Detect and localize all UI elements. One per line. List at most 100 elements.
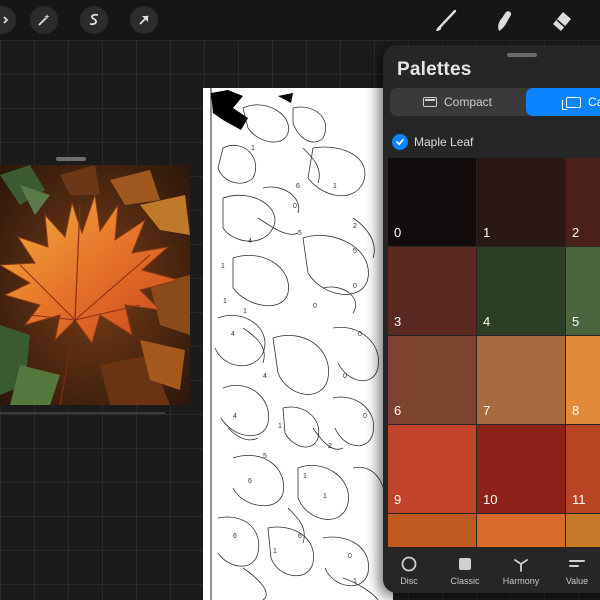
color-mode-tabs: Disc Classic Harmony Value bbox=[383, 547, 600, 593]
color-swatch[interactable]: 9 bbox=[388, 425, 476, 513]
swatch-number: 0 bbox=[394, 225, 402, 240]
classic-icon bbox=[459, 558, 471, 570]
eraser-button[interactable] bbox=[546, 4, 578, 36]
color-swatch[interactable]: 7 bbox=[477, 336, 565, 424]
swatch-number: 5 bbox=[572, 314, 580, 329]
region-number: 6 bbox=[296, 183, 300, 190]
top-toolbar bbox=[0, 0, 600, 40]
palettes-popover: Palettes Compact Ca Maple Leaf 0 1 2 3 4 5 6 7 8… bbox=[383, 45, 600, 593]
color-swatch[interactable]: 0 bbox=[388, 158, 476, 246]
tab-compact[interactable]: Compact bbox=[390, 88, 525, 116]
line-art-canvas[interactable]: 1 6 5 0 4 2 5 1 0 4 1 4 1 0 1 0 6 1 6 0 bbox=[203, 88, 393, 600]
region-number: 6 bbox=[233, 533, 237, 540]
region-number: 0 bbox=[358, 331, 362, 338]
tab-classic[interactable]: Classic bbox=[440, 555, 490, 586]
swatch-number: 9 bbox=[394, 492, 402, 507]
color-swatch[interactable]: 1 bbox=[477, 158, 565, 246]
color-swatch[interactable]: 11 bbox=[566, 425, 600, 513]
tab-disc-label: Disc bbox=[400, 576, 418, 586]
palette-header[interactable]: Maple Leaf bbox=[392, 134, 473, 150]
region-number: 4 bbox=[248, 238, 252, 245]
color-swatch[interactable]: 8 bbox=[566, 336, 600, 424]
tab-harmony[interactable]: Harmony bbox=[496, 555, 546, 586]
region-number: 2 bbox=[353, 223, 357, 230]
eraser-icon bbox=[553, 12, 571, 31]
swatch-number: 1 bbox=[483, 225, 491, 240]
adjustments-icon bbox=[3, 16, 9, 24]
swatch-number: 6 bbox=[394, 403, 402, 418]
region-number: 1 bbox=[221, 263, 225, 270]
swatch-number: 11 bbox=[572, 492, 586, 507]
value-icon bbox=[569, 560, 585, 567]
checkmark-icon bbox=[396, 139, 404, 146]
swatch-number: 10 bbox=[483, 492, 498, 507]
paint-by-number-lineart: 1 6 5 0 4 2 5 1 0 4 1 4 1 0 1 0 6 1 6 0 bbox=[203, 88, 386, 600]
default-palette-checkmark[interactable] bbox=[392, 134, 408, 150]
region-number: 5 bbox=[353, 248, 357, 255]
disc-icon bbox=[401, 556, 417, 572]
region-number: 0 bbox=[353, 283, 357, 290]
swatch-number: 3 bbox=[394, 314, 402, 329]
region-number: 4 bbox=[263, 373, 267, 380]
region-number: 1 bbox=[273, 548, 277, 555]
palettes-title: Palettes bbox=[397, 59, 472, 80]
reference-panel-handle[interactable] bbox=[56, 157, 86, 161]
color-swatch[interactable]: 2 bbox=[566, 158, 600, 246]
adjustments-button[interactable] bbox=[0, 6, 16, 34]
harmony-icon bbox=[514, 559, 528, 572]
palettes-handle[interactable] bbox=[507, 53, 537, 57]
procreate-screen: 1 6 5 0 4 2 5 1 0 4 1 4 1 0 1 0 6 1 6 0 bbox=[0, 0, 600, 600]
region-number: 0 bbox=[293, 203, 297, 210]
tab-compact-label: Compact bbox=[443, 95, 493, 109]
compact-icon bbox=[422, 97, 437, 107]
swatch-grid: 0 1 2 3 4 5 6 7 8 9 10 11 bbox=[388, 158, 600, 593]
region-number: 1 bbox=[278, 423, 282, 430]
region-number: 5 bbox=[263, 453, 267, 460]
region-number: 1 bbox=[243, 308, 247, 315]
region-number: 0 bbox=[343, 373, 347, 380]
region-number: 2 bbox=[328, 443, 332, 450]
tab-classic-label: Classic bbox=[450, 576, 480, 586]
tab-value[interactable]: Value bbox=[552, 555, 600, 586]
region-number: 0 bbox=[313, 303, 317, 310]
transform-arrow-icon bbox=[139, 15, 149, 25]
region-number: 6 bbox=[298, 533, 302, 540]
region-number: 0 bbox=[363, 413, 367, 420]
smudge-icon bbox=[498, 11, 512, 31]
reference-image[interactable] bbox=[0, 165, 190, 405]
transform-button[interactable] bbox=[130, 6, 158, 34]
region-number: 1 bbox=[333, 183, 337, 190]
swatch-number: 4 bbox=[483, 314, 491, 329]
palette-name: Maple Leaf bbox=[414, 135, 474, 149]
selection-icon bbox=[89, 13, 99, 26]
region-number: 4 bbox=[231, 331, 235, 338]
region-number: 1 bbox=[323, 493, 327, 500]
color-swatch[interactable]: 3 bbox=[388, 247, 476, 335]
region-number: 1 bbox=[251, 145, 255, 152]
region-number: 1 bbox=[223, 298, 227, 305]
smudge-button[interactable] bbox=[488, 4, 520, 36]
tab-disc[interactable]: Disc bbox=[384, 555, 434, 586]
region-number: 6 bbox=[248, 478, 252, 485]
brush-button[interactable] bbox=[430, 4, 462, 36]
color-swatch[interactable]: 4 bbox=[477, 247, 565, 335]
brush-icon bbox=[436, 9, 457, 31]
region-number: 1 bbox=[353, 578, 357, 585]
region-number: 1 bbox=[303, 473, 307, 480]
color-swatch[interactable]: 5 bbox=[566, 247, 600, 335]
swatch-number: 2 bbox=[572, 225, 580, 240]
selection-button[interactable] bbox=[80, 6, 108, 34]
maple-leaf-photo bbox=[0, 165, 190, 405]
color-swatch[interactable]: 10 bbox=[477, 425, 565, 513]
tab-cards[interactable]: Ca bbox=[526, 88, 600, 116]
tab-cards-label: Ca bbox=[588, 95, 600, 109]
reference-panel-edge bbox=[0, 412, 165, 414]
swatch-number: 8 bbox=[572, 403, 580, 418]
region-number: 5 bbox=[298, 230, 302, 237]
region-number: 0 bbox=[348, 553, 352, 560]
magic-wand-button[interactable] bbox=[30, 6, 58, 34]
region-number: 4 bbox=[233, 413, 237, 420]
tab-value-label: Value bbox=[565, 576, 589, 586]
color-swatch[interactable]: 6 bbox=[388, 336, 476, 424]
cards-icon bbox=[562, 97, 581, 110]
